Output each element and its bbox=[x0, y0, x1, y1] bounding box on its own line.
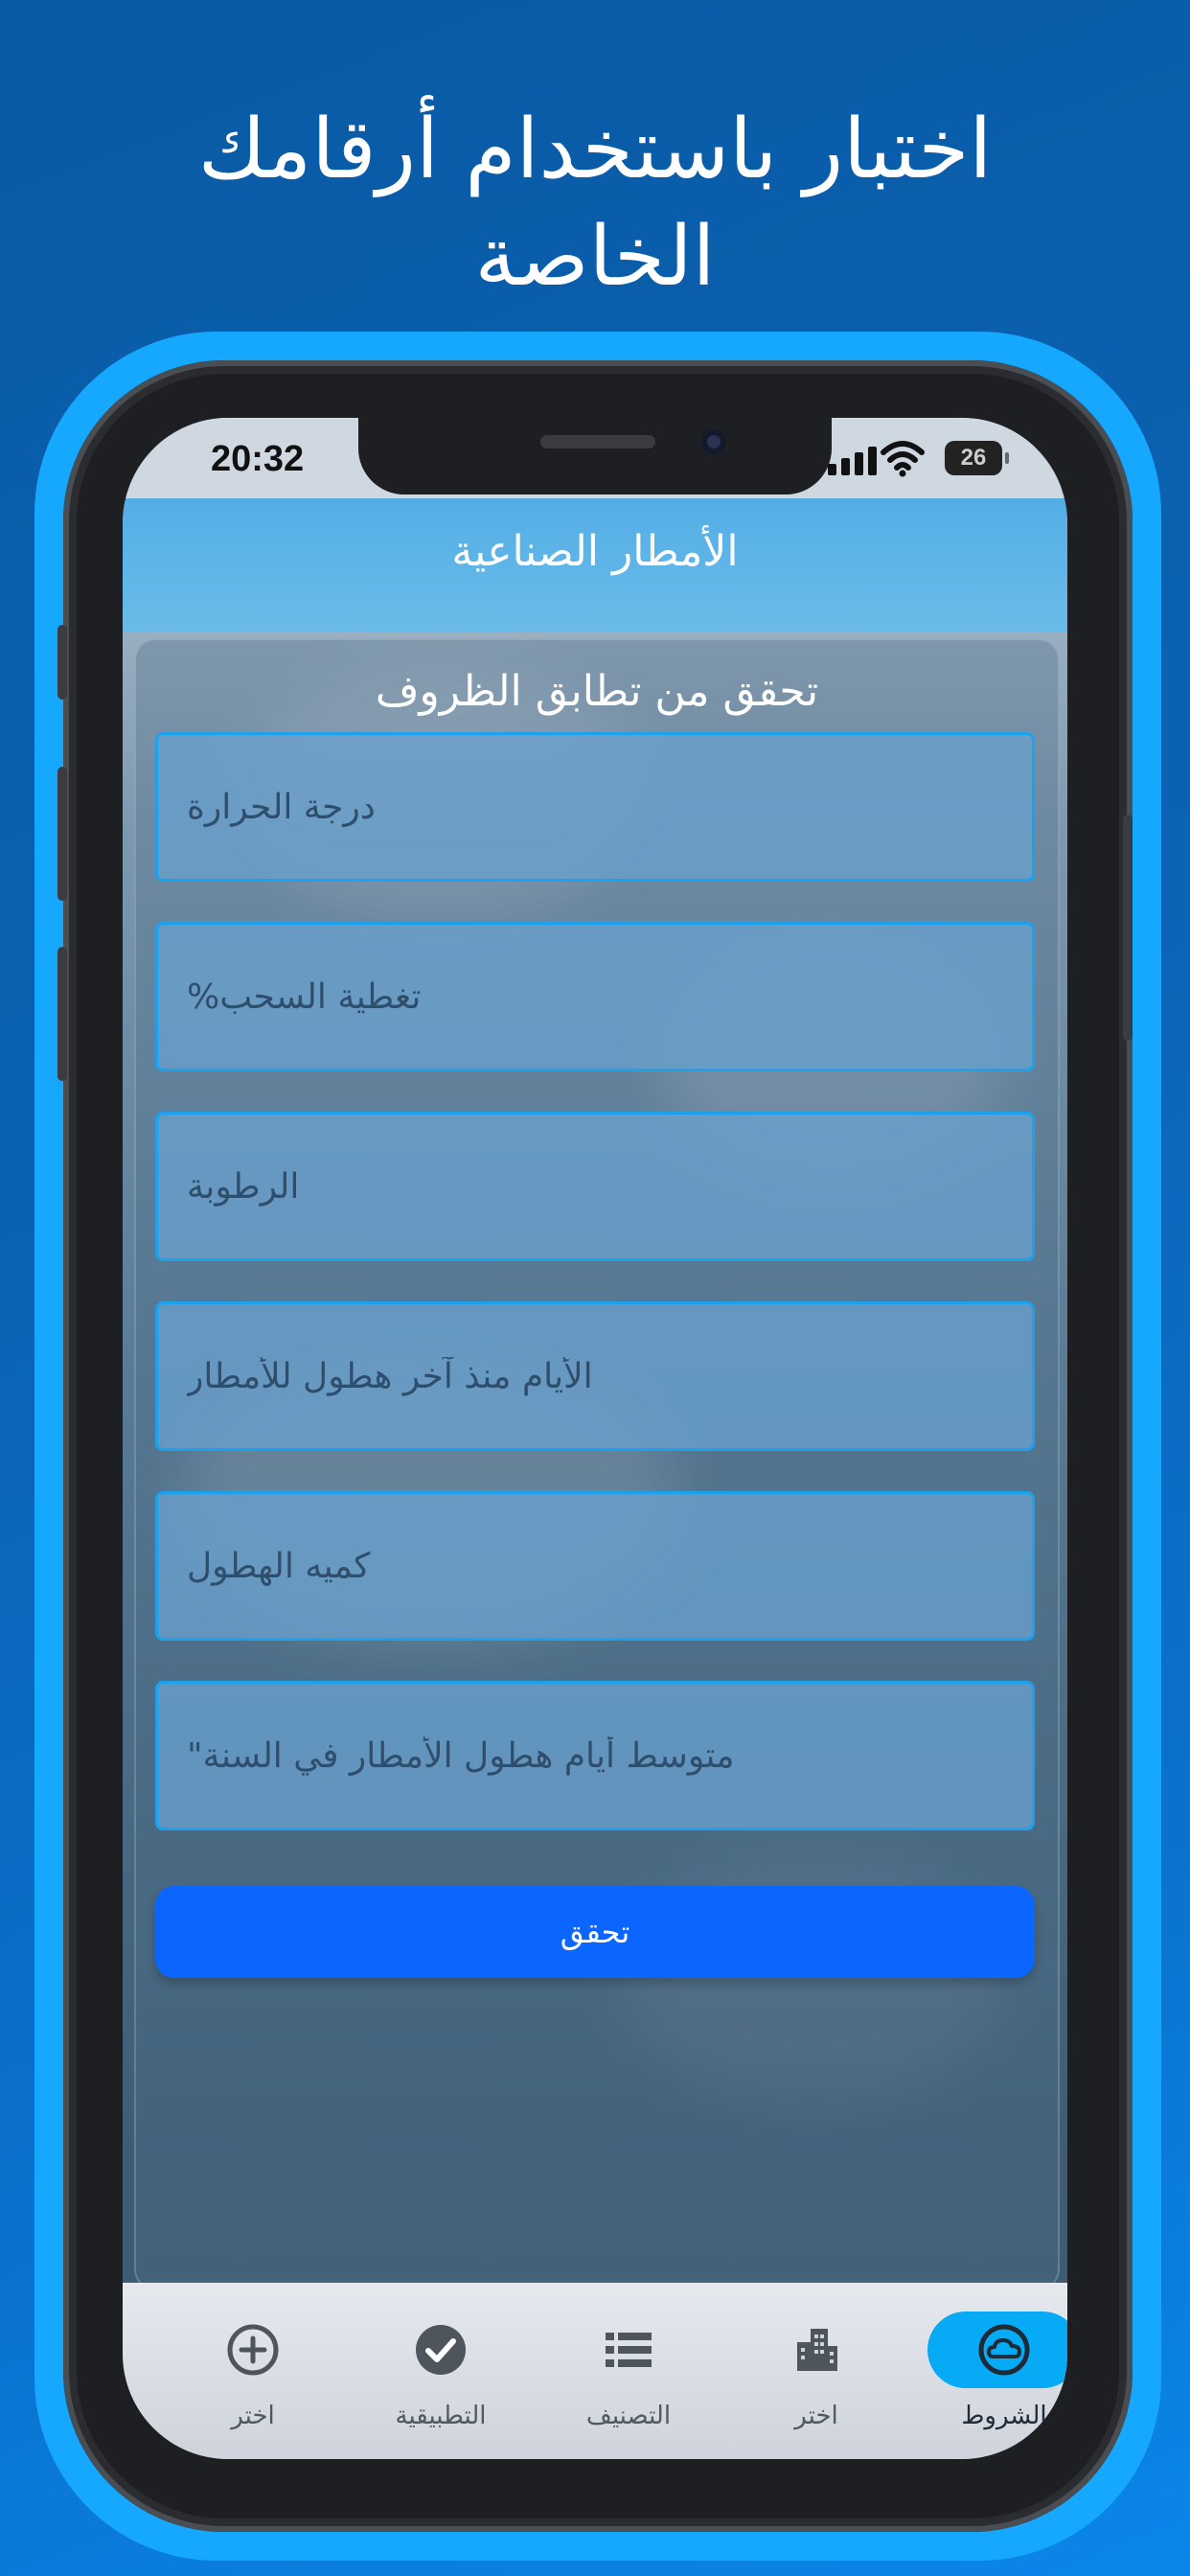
tab-select-1[interactable]: اختر bbox=[167, 2283, 339, 2446]
tab-classification[interactable]: التصنيف bbox=[542, 2283, 715, 2446]
status-time: 20:32 bbox=[211, 439, 305, 479]
check-button[interactable]: تحقق bbox=[155, 1886, 1035, 1978]
temperature-input[interactable] bbox=[185, 786, 1032, 828]
tab-bar: اختر التطبيقية التصنيف اختر الشروط bbox=[123, 2283, 1067, 2459]
tab-label: التطبيقية bbox=[395, 2402, 487, 2430]
average-rain-days-input[interactable] bbox=[185, 1735, 1032, 1777]
list-icon bbox=[606, 2333, 652, 2367]
wifi-icon bbox=[881, 441, 925, 477]
promo-headline-line2: الخاصة bbox=[474, 209, 716, 305]
tab-label: اختر bbox=[794, 2402, 838, 2430]
cloud-circle-icon bbox=[978, 2324, 1030, 2376]
average-rain-days-field[interactable] bbox=[155, 1681, 1035, 1830]
precipitation-amount-input[interactable] bbox=[185, 1545, 1032, 1587]
form-title: تحقق من تطابق الظروف bbox=[375, 667, 819, 716]
nav-title: الأمطار الصناعية bbox=[451, 527, 739, 576]
tab-select-2[interactable]: اختر bbox=[730, 2283, 903, 2446]
humidity-field[interactable] bbox=[155, 1112, 1035, 1261]
earpiece-speaker bbox=[540, 435, 655, 448]
status-bar: 20:32 26 bbox=[123, 418, 1067, 498]
conditions-form-card: تحقق من تطابق الظروف تحقق bbox=[134, 638, 1060, 2290]
building-icon bbox=[797, 2329, 837, 2371]
front-camera bbox=[701, 429, 726, 454]
tab-applied[interactable]: التطبيقية bbox=[355, 2283, 527, 2446]
navigation-bar: الأمطار الصناعية bbox=[123, 498, 1067, 632]
notch bbox=[358, 418, 832, 494]
cellular-signal-icon bbox=[828, 447, 877, 475]
humidity-input[interactable] bbox=[185, 1165, 1032, 1208]
precipitation-amount-field[interactable] bbox=[155, 1491, 1035, 1641]
days-since-rain-input[interactable] bbox=[185, 1355, 1032, 1397]
cloud-cover-field[interactable] bbox=[155, 922, 1035, 1071]
tab-label: اختر bbox=[231, 2402, 275, 2430]
plus-circle-icon bbox=[227, 2324, 279, 2376]
days-since-rain-field[interactable] bbox=[155, 1301, 1035, 1451]
phone-screen: 20:32 26 الأمطار الصناعية تحقق من تطابق … bbox=[123, 418, 1067, 2459]
side-button-volume-down bbox=[57, 947, 67, 1081]
promo-headline-line1: اختبار باستخدام أرقامك bbox=[197, 102, 993, 197]
side-button-volume-up bbox=[57, 767, 67, 901]
tab-conditions[interactable]: الشروط bbox=[918, 2283, 1067, 2446]
cloud-cover-input[interactable] bbox=[185, 976, 1032, 1018]
checkmark-circle-icon bbox=[416, 2325, 466, 2375]
battery-icon: 26 bbox=[945, 441, 1009, 475]
temperature-field[interactable] bbox=[155, 732, 1035, 882]
side-button-mute bbox=[57, 625, 67, 700]
side-button-power bbox=[1123, 815, 1133, 1041]
promo-headline: اختبار باستخدام أرقامك الخاصة bbox=[0, 96, 1190, 310]
tab-label: التصنيف bbox=[585, 2402, 672, 2430]
tab-label: الشروط bbox=[961, 2402, 1047, 2430]
battery-level: 26 bbox=[960, 445, 987, 471]
